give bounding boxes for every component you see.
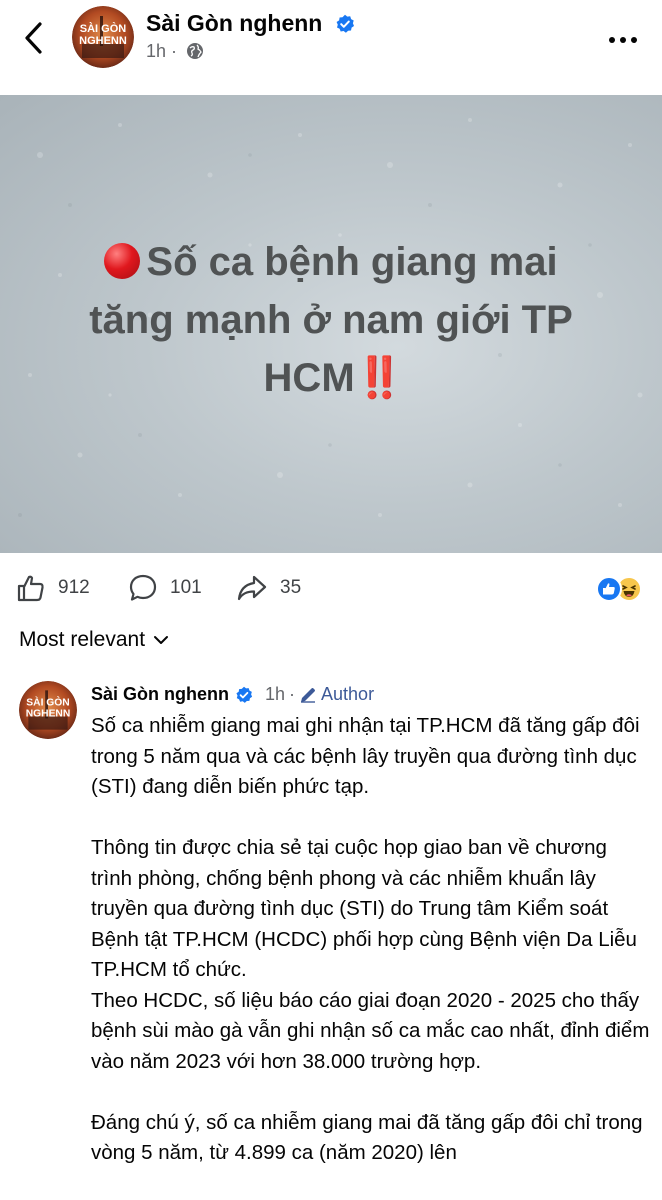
reaction-summary[interactable]	[596, 576, 646, 602]
svg-text:SÀI GÒN: SÀI GÒN	[26, 695, 69, 708]
comment-paragraph: Theo HCDC, số liệu báo cáo giai đoạn 202…	[91, 988, 650, 1073]
page-name[interactable]: Sài Gòn nghenn	[146, 10, 355, 37]
comment-separator: ·	[289, 684, 296, 704]
comment-button[interactable]: 101	[128, 573, 202, 603]
svg-text:NGHENN: NGHENN	[26, 709, 71, 720]
like-count: 912	[58, 577, 90, 598]
red-circle-icon	[104, 243, 141, 279]
svg-text:SÀI GÒN: SÀI GÒN	[80, 22, 127, 35]
post-time[interactable]: 1h	[146, 41, 166, 61]
share-button[interactable]: 35	[236, 573, 301, 603]
comment-text: Số ca nhiễm giang mai ghi nhận tại TP.HC…	[91, 711, 651, 1169]
headline-line-1: Số ca bệnh giang mai	[146, 240, 558, 284]
page-avatar[interactable]: SÀI GÒN NGHENN	[72, 6, 134, 68]
comment-paragraph: Thông tin được chia sẻ tại cuộc họp giao…	[91, 836, 637, 981]
svg-text:NGHENN: NGHENN	[79, 35, 127, 47]
verified-badge-icon	[336, 14, 354, 33]
like-reaction-icon	[596, 576, 622, 602]
comment-paragraph: Đáng chú ý, số ca nhiễm giang mai đã tăn…	[91, 1110, 643, 1165]
chevron-left-icon	[25, 22, 42, 54]
headline-line-2: tăng mạnh ở nam giới TP	[89, 298, 573, 342]
comment-count: 101	[170, 577, 202, 598]
back-button[interactable]	[20, 20, 52, 56]
comment-bubble-icon	[129, 574, 157, 601]
post-image[interactable]: Số ca bệnh giang mai tăng mạnh ở nam giớ…	[0, 95, 662, 553]
comment-time[interactable]: 1h	[265, 684, 285, 705]
globe-icon	[187, 43, 204, 59]
comment-header: Sài Gòn nghenn 1h · Author	[91, 684, 374, 705]
author-badge: Author	[299, 684, 374, 705]
page-name-text[interactable]: Sài Gòn nghenn	[146, 10, 322, 36]
comment-paragraph: Số ca nhiễm giang mai ghi nhận tại TP.HC…	[91, 714, 640, 798]
share-count: 35	[280, 577, 302, 598]
comment-author-name[interactable]: Sài Gòn nghenn	[91, 684, 229, 705]
headline-line-3: HCM	[263, 356, 355, 400]
verified-badge-icon	[236, 686, 253, 703]
like-button[interactable]: 912	[16, 573, 90, 603]
sort-label[interactable]: Most relevant	[19, 628, 145, 652]
meta-separator: ·	[171, 41, 178, 61]
comment-author-avatar[interactable]: SÀI GÒN NGHENN	[19, 681, 77, 739]
post-header: SÀI GÒN NGHENN Sài Gòn nghenn 1h ·	[0, 0, 662, 95]
thumbs-up-icon	[17, 575, 44, 602]
engagement-bar: 912 101 35	[0, 565, 662, 611]
more-options-button[interactable]	[608, 32, 638, 43]
more-dots-icon	[609, 37, 637, 43]
post-meta: 1h ·	[146, 41, 204, 62]
double-exclamation-icon: ‼️	[354, 356, 405, 400]
pencil-icon	[301, 687, 316, 703]
share-arrow-icon	[237, 575, 267, 601]
comment-sort-dropdown[interactable]: Most relevant	[19, 628, 169, 652]
post-headline: Số ca bệnh giang mai tăng mạnh ở nam giớ…	[40, 233, 622, 407]
author-badge-label: Author	[321, 684, 375, 704]
chevron-down-icon	[154, 636, 169, 644]
